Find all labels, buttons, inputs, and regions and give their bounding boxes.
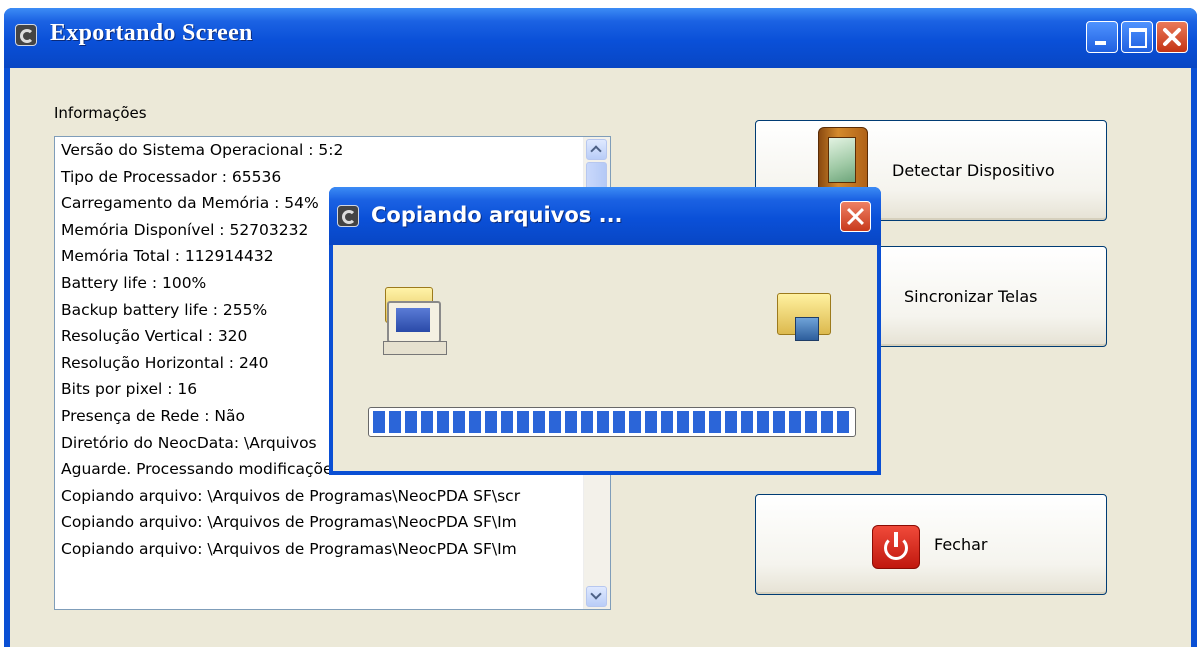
dialog-app-icon <box>337 205 359 227</box>
info-line: Copiando arquivo: \Arquivos de Programas… <box>61 486 521 505</box>
maximize-button[interactable] <box>1121 21 1153 53</box>
app-icon[interactable] <box>15 24 37 46</box>
main-title-bar[interactable]: Exportando Screen <box>4 8 1197 68</box>
copy-progress-bar <box>368 407 856 437</box>
dialog-close-button[interactable] <box>840 201 871 232</box>
info-line: Copiando arquivo: \Arquivos de Programas… <box>61 539 517 558</box>
sync-screens-label: Sincronizar Telas <box>904 287 1038 306</box>
minimize-button[interactable] <box>1086 21 1118 53</box>
progress-fill <box>373 411 851 433</box>
dialog-title-bar[interactable]: Copiando arquivos ... <box>329 187 881 245</box>
close-icon <box>1163 28 1181 46</box>
info-line: Versão do Sistema Operacional : 5:2 <box>61 141 344 159</box>
copy-dialog: Copiando arquivos ... <box>329 187 881 475</box>
computer-folder-icon <box>381 281 451 355</box>
close-button-label: Fechar <box>934 535 988 554</box>
scroll-up-button[interactable] <box>586 139 607 160</box>
info-line: Copiando arquivo: \Arquivos de Programas… <box>61 513 517 532</box>
detect-device-label: Detectar Dispositivo <box>892 161 1055 180</box>
device-folder-icon <box>773 289 833 341</box>
close-window-button[interactable] <box>1156 21 1188 53</box>
dialog-client-area <box>333 245 877 471</box>
window-title: Exportando Screen <box>50 20 253 46</box>
power-icon <box>872 525 920 569</box>
close-button[interactable]: Fechar <box>755 494 1107 595</box>
dialog-title: Copiando arquivos ... <box>371 203 623 227</box>
scroll-down-button[interactable] <box>586 586 607 607</box>
info-group-label: Informações <box>54 104 147 122</box>
